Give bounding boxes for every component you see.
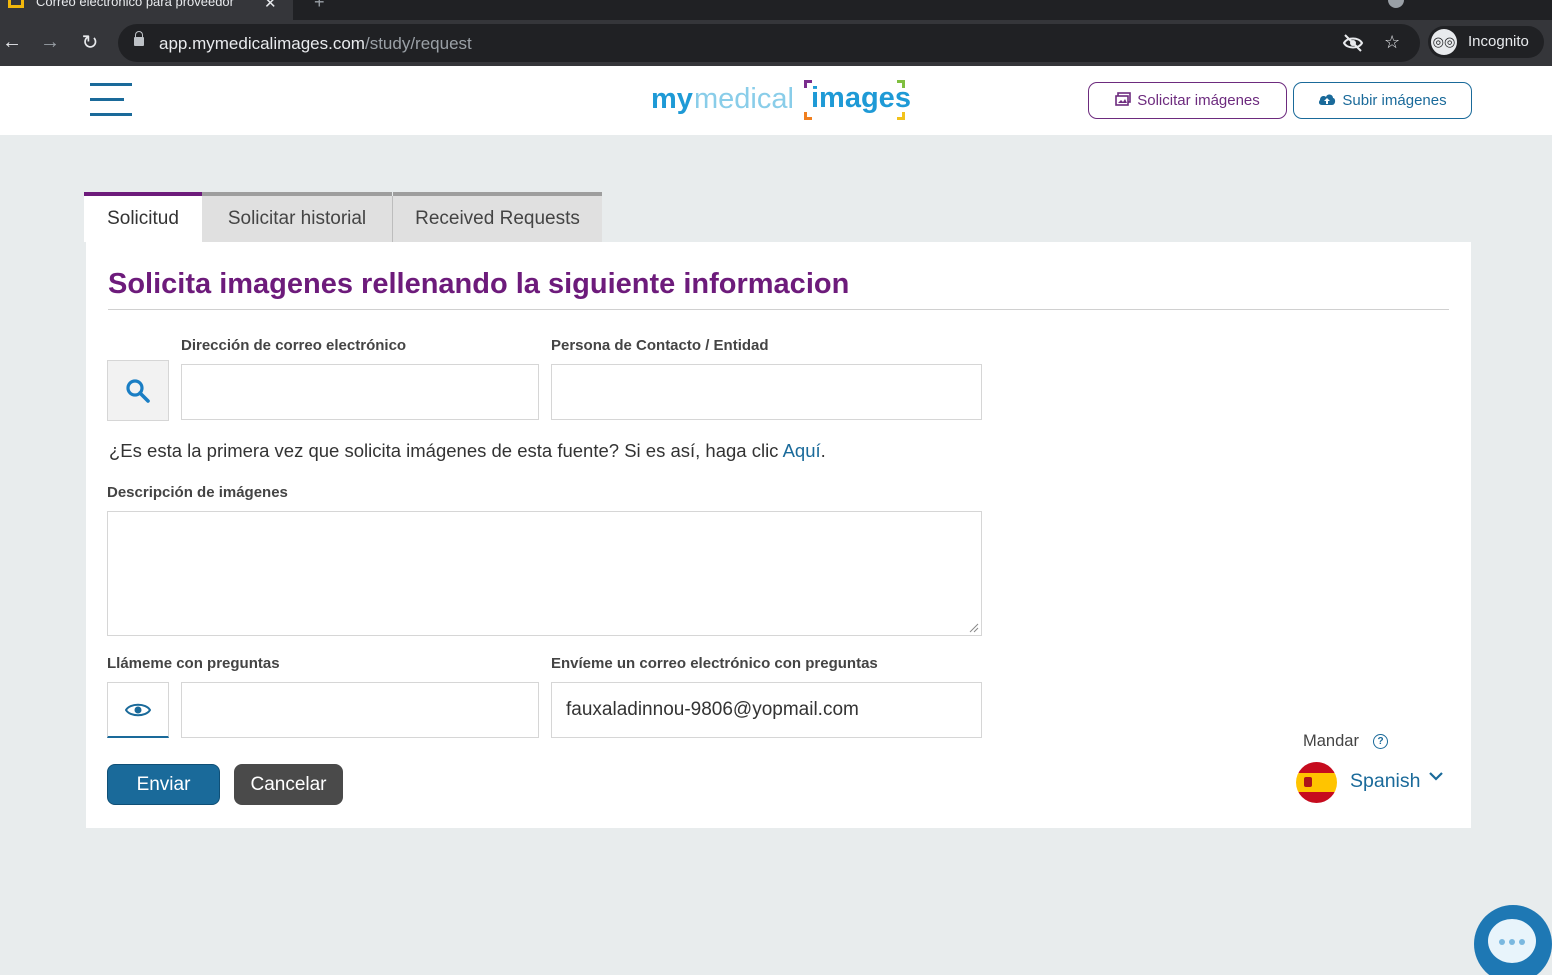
back-icon[interactable]: ← — [0, 28, 26, 56]
tab-request-history[interactable]: Solicitar historial — [202, 192, 392, 242]
contact-field[interactable] — [551, 364, 982, 420]
browser-tab-title: Correo electrónico para proveedor — [36, 0, 234, 9]
lock-icon — [134, 31, 144, 46]
upload-images-button[interactable]: Subir imágenes — [1293, 82, 1472, 119]
url-text: app.mymedicalimages.com/study/request — [159, 34, 472, 53]
cancel-button[interactable]: Cancelar — [234, 764, 343, 805]
favicon-icon — [8, 0, 24, 8]
address-bar[interactable]: app.mymedicalimages.com/study/request ☆ — [118, 24, 1420, 62]
images-icon — [1115, 91, 1132, 110]
request-form-card: Solicita imagenes rellenando la siguient… — [86, 242, 1471, 828]
browser-toolbar: ← → ↻ app.mymedicalimages.com/study/requ… — [0, 20, 1552, 66]
logo[interactable]: my medical images — [651, 78, 921, 124]
phone-field[interactable] — [181, 682, 539, 738]
language-select[interactable]: Spanish — [1350, 770, 1420, 793]
submit-button[interactable]: Enviar — [107, 764, 220, 805]
tab-received-requests[interactable]: Received Requests — [393, 192, 602, 242]
email-label: Dirección de correo electrónico — [181, 337, 407, 354]
chevron-down-icon[interactable] — [1428, 768, 1444, 786]
description-label: Descripción de imágenes — [107, 484, 288, 501]
search-contact-button[interactable] — [107, 360, 169, 421]
close-tab-icon[interactable]: ✕ — [264, 0, 277, 12]
contact-label: Persona de Contacto / Entidad — [551, 337, 769, 354]
forward-icon[interactable]: → — [36, 28, 64, 56]
chat-bubble-icon — [1488, 919, 1536, 963]
first-time-help: ¿Es esta la primera vez que solicita imá… — [109, 440, 826, 461]
cloud-upload-icon — [1318, 92, 1336, 110]
form-title: Solicita imagenes rellenando la siguient… — [108, 268, 850, 300]
reload-icon[interactable]: ↻ — [76, 28, 104, 56]
incognito-badge[interactable]: ◎◎ Incognito — [1428, 26, 1544, 58]
search-icon — [126, 378, 150, 403]
browser-tab[interactable]: Correo electrónico para proveedor ✕ — [0, 0, 293, 20]
eye-icon — [125, 703, 151, 716]
tracking-blocked-icon[interactable] — [1342, 32, 1364, 59]
title-divider — [108, 309, 1449, 310]
request-images-label: Solicitar imágenes — [1137, 92, 1260, 109]
incognito-label: Incognito — [1468, 33, 1529, 50]
toggle-visibility-button[interactable] — [107, 682, 169, 738]
send-label: Mandar — [1303, 732, 1359, 750]
menu-icon[interactable] — [90, 81, 132, 119]
new-tab-icon[interactable]: + — [314, 0, 325, 13]
bookmark-star-icon[interactable]: ☆ — [1384, 32, 1400, 53]
upload-images-label: Subir imágenes — [1342, 92, 1447, 109]
email-questions-label: Envíeme un correo electrónico con pregun… — [551, 655, 878, 672]
call-me-label: Llámeme con preguntas — [107, 655, 280, 672]
chat-widget-button[interactable] — [1474, 905, 1552, 975]
description-textarea[interactable] — [107, 511, 982, 636]
incognito-icon: ◎◎ — [1431, 29, 1457, 55]
help-circle-icon[interactable]: ? — [1373, 734, 1388, 749]
email-field[interactable] — [181, 364, 539, 420]
resize-handle-icon[interactable] — [969, 623, 979, 633]
browser-tabstrip: Correo electrónico para proveedor ✕ + — [0, 0, 1552, 20]
spain-flag-icon[interactable] — [1296, 762, 1337, 803]
tab-request[interactable]: Solicitud — [84, 192, 202, 242]
tab-search-icon[interactable] — [1388, 0, 1404, 8]
email-questions-field[interactable] — [551, 682, 982, 738]
app-header: my medical images Solicitar imágenes Sub… — [0, 66, 1552, 135]
here-link[interactable]: Aquí — [783, 440, 821, 461]
request-images-button[interactable]: Solicitar imágenes — [1088, 82, 1287, 119]
